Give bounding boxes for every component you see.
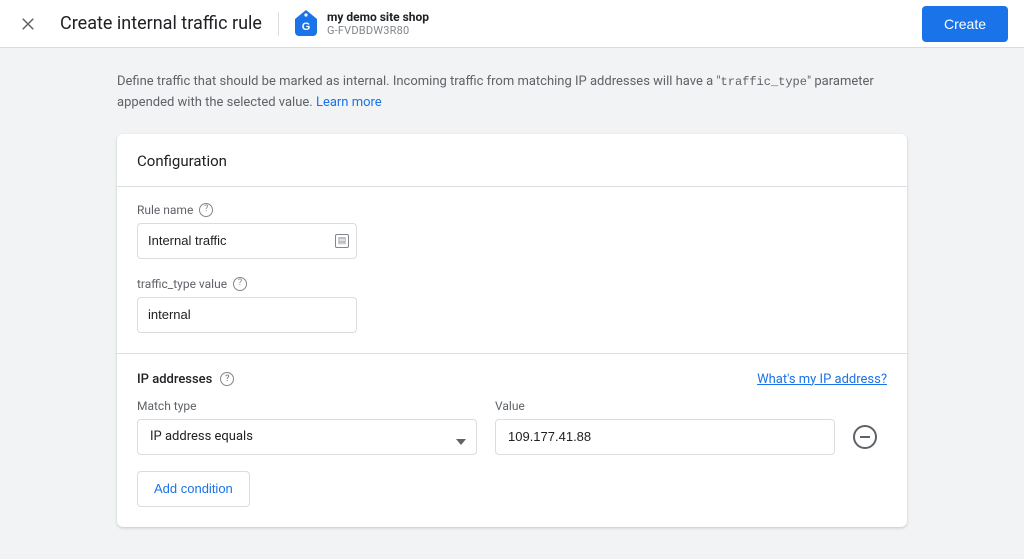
minus-icon — [860, 436, 870, 438]
property-name: my demo site shop — [327, 10, 429, 24]
match-type-select[interactable]: IP address equals — [137, 419, 477, 455]
add-condition-button[interactable]: Add condition — [137, 471, 250, 507]
rule-name-label: Rule name — [137, 203, 193, 217]
ga-tag-icon: G — [295, 10, 317, 36]
page-body: Define traffic that should be marked as … — [0, 48, 1024, 559]
remove-condition-button[interactable] — [853, 425, 877, 449]
match-type-label: Match type — [137, 399, 197, 413]
property-text: my demo site shop G-FVDBDW3R80 — [327, 10, 429, 38]
create-button[interactable]: Create — [922, 6, 1008, 42]
ip-condition-row: Match type IP address equals Value — [137, 399, 887, 455]
page-title: Create internal traffic rule — [60, 13, 262, 34]
top-bar: Create internal traffic rule G my demo s… — [0, 0, 1024, 48]
learn-more-link[interactable]: Learn more — [316, 95, 382, 110]
match-type-selected: IP address equals — [150, 429, 253, 444]
intro-part1: Define traffic that should be marked as … — [117, 74, 721, 89]
help-icon[interactable]: ? — [233, 277, 247, 291]
traffic-type-input[interactable] — [137, 297, 357, 333]
chevron-down-icon — [456, 434, 466, 440]
ip-section-label: IP addresses — [137, 372, 212, 387]
traffic-type-field: traffic_type value ? — [137, 277, 887, 333]
card-header: Configuration — [117, 134, 907, 187]
divider — [117, 353, 907, 354]
whats-my-ip-link[interactable]: What's my IP address? — [757, 372, 887, 387]
intro-code: traffic_type — [721, 75, 807, 89]
svg-text:G: G — [302, 21, 311, 33]
close-icon[interactable] — [16, 12, 40, 36]
intro-text: Define traffic that should be marked as … — [117, 72, 907, 114]
rule-name-field: Rule name ? ▤ — [137, 203, 887, 259]
property-chip[interactable]: G my demo site shop G-FVDBDW3R80 — [295, 10, 429, 38]
divider — [278, 12, 279, 36]
ip-value-input[interactable] — [495, 419, 835, 455]
rule-name-input[interactable] — [137, 223, 357, 259]
value-label: Value — [495, 399, 525, 413]
ip-header: IP addresses ? What's my IP address? — [137, 372, 887, 387]
help-icon[interactable]: ? — [199, 203, 213, 217]
help-icon[interactable]: ? — [220, 372, 234, 386]
property-id: G-FVDBDW3R80 — [327, 24, 429, 37]
config-card: Configuration Rule name ? ▤ t — [117, 134, 907, 527]
traffic-type-label: traffic_type value — [137, 277, 227, 291]
